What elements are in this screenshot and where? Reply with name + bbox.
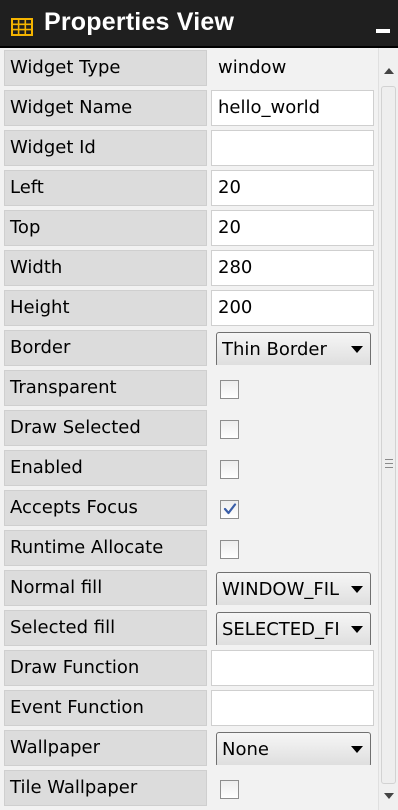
property-value-cell-border: Thin Border bbox=[211, 330, 374, 366]
property-name-normal-fill: Normal fill bbox=[4, 570, 207, 606]
property-row-normal-fill: Normal fill WINDOW_FILL bbox=[0, 568, 378, 608]
table-grid-icon bbox=[11, 18, 33, 36]
property-name-transparent: Transparent bbox=[4, 370, 207, 406]
select-value: SELECTED_FILL bbox=[222, 619, 340, 640]
property-input-widget-name[interactable]: hello_world bbox=[211, 90, 374, 126]
select-value: WINDOW_FILL bbox=[222, 579, 340, 600]
chevron-down-icon bbox=[351, 626, 363, 633]
property-checkbox-accepts-focus[interactable] bbox=[220, 500, 239, 519]
property-name-draw-selected: Draw Selected bbox=[4, 410, 207, 446]
property-input-width[interactable]: 280 bbox=[211, 250, 374, 286]
property-checkbox-enabled[interactable] bbox=[220, 460, 239, 479]
property-name-selected-fill: Selected fill bbox=[4, 610, 207, 646]
property-select-border[interactable]: Thin Border bbox=[216, 332, 371, 365]
property-row-accepts-focus: Accepts Focus bbox=[0, 488, 378, 528]
property-value-cell-enabled bbox=[211, 450, 374, 486]
vertical-scrollbar[interactable] bbox=[378, 48, 398, 810]
properties-view-titlebar: Properties View bbox=[0, 0, 398, 48]
property-row-runtime-allocate: Runtime Allocate bbox=[0, 528, 378, 568]
property-grid: Widget Type window Widget Name hello_world W… bbox=[0, 48, 378, 810]
scroll-down-arrow-icon[interactable] bbox=[384, 793, 394, 799]
property-row-selected-fill: Selected fill SELECTED_FILL bbox=[0, 608, 378, 648]
checkmark-icon bbox=[223, 503, 237, 515]
property-input-event-function[interactable] bbox=[211, 690, 374, 726]
property-checkbox-runtime-allocate[interactable] bbox=[220, 540, 239, 559]
property-row-top: Top 20 bbox=[0, 208, 378, 248]
property-row-draw-selected: Draw Selected bbox=[0, 408, 378, 448]
property-name-widget-type: Widget Type bbox=[4, 50, 207, 86]
property-input-left[interactable]: 20 bbox=[211, 170, 374, 206]
property-value-cell-runtime-allocate bbox=[211, 530, 374, 566]
thumb-grip bbox=[385, 463, 393, 464]
select-value: None bbox=[222, 739, 269, 760]
property-select-wallpaper[interactable]: None bbox=[216, 732, 371, 765]
property-value-cell-wallpaper: None bbox=[211, 730, 374, 766]
property-input-widget-id[interactable] bbox=[211, 130, 374, 166]
property-row-widget-name: Widget Name hello_world bbox=[0, 88, 378, 128]
property-name-width: Width bbox=[4, 250, 207, 286]
property-checkbox-transparent[interactable] bbox=[220, 380, 239, 399]
property-row-border: Border Thin Border bbox=[0, 328, 378, 368]
property-row-tile-wallpaper: Tile Wallpaper bbox=[0, 768, 378, 808]
property-row-width: Width 280 bbox=[0, 248, 378, 288]
property-name-widget-id: Widget Id bbox=[4, 130, 207, 166]
property-value-cell-tile-wallpaper bbox=[211, 770, 374, 806]
property-select-selected-fill[interactable]: SELECTED_FILL bbox=[216, 612, 371, 645]
thumb-grip bbox=[385, 459, 393, 460]
scrollbar-thumb[interactable] bbox=[381, 86, 396, 784]
property-input-draw-function[interactable] bbox=[211, 650, 374, 686]
property-name-top: Top bbox=[4, 210, 207, 246]
property-value-cell-widget-type: window bbox=[211, 50, 374, 86]
property-select-normal-fill[interactable]: WINDOW_FILL bbox=[216, 572, 371, 605]
panel-title: Properties View bbox=[44, 8, 235, 36]
property-name-wallpaper: Wallpaper bbox=[4, 730, 207, 766]
property-name-widget-name: Widget Name bbox=[4, 90, 207, 126]
thumb-grip bbox=[385, 467, 393, 468]
property-value-cell-accepts-focus bbox=[211, 490, 374, 526]
property-row-widget-type: Widget Type window bbox=[0, 48, 378, 88]
property-name-runtime-allocate: Runtime Allocate bbox=[4, 530, 207, 566]
property-checkbox-draw-selected[interactable] bbox=[220, 420, 239, 439]
property-name-tile-wallpaper: Tile Wallpaper bbox=[4, 770, 207, 806]
property-name-event-function: Event Function bbox=[4, 690, 207, 726]
property-row-height: Height 200 bbox=[0, 288, 378, 328]
chevron-down-icon bbox=[351, 586, 363, 593]
select-value: Thin Border bbox=[222, 339, 327, 360]
property-name-draw-function: Draw Function bbox=[4, 650, 207, 686]
property-input-top[interactable]: 20 bbox=[211, 210, 374, 246]
property-row-left: Left 20 bbox=[0, 168, 378, 208]
property-row-wallpaper: Wallpaper None bbox=[0, 728, 378, 768]
property-name-border: Border bbox=[4, 330, 207, 366]
minimize-icon[interactable] bbox=[376, 29, 390, 33]
property-checkbox-tile-wallpaper[interactable] bbox=[220, 780, 239, 799]
property-row-draw-function: Draw Function bbox=[0, 648, 378, 688]
property-value-cell-selected-fill: SELECTED_FILL bbox=[211, 610, 374, 646]
chevron-down-icon bbox=[351, 746, 363, 753]
property-name-left: Left bbox=[4, 170, 207, 206]
property-row-enabled: Enabled bbox=[0, 448, 378, 488]
chevron-down-icon bbox=[351, 346, 363, 353]
property-row-event-function: Event Function bbox=[0, 688, 378, 728]
property-row-transparent: Transparent bbox=[0, 368, 378, 408]
property-value-cell-draw-selected bbox=[211, 410, 374, 446]
property-name-height: Height bbox=[4, 290, 207, 326]
property-name-accepts-focus: Accepts Focus bbox=[4, 490, 207, 526]
property-value-cell-transparent bbox=[211, 370, 374, 406]
property-name-enabled: Enabled bbox=[4, 450, 207, 486]
property-input-height[interactable]: 200 bbox=[211, 290, 374, 326]
scroll-up-arrow-icon[interactable] bbox=[384, 68, 394, 74]
property-row-widget-id: Widget Id bbox=[0, 128, 378, 168]
property-value-cell-normal-fill: WINDOW_FILL bbox=[211, 570, 374, 606]
